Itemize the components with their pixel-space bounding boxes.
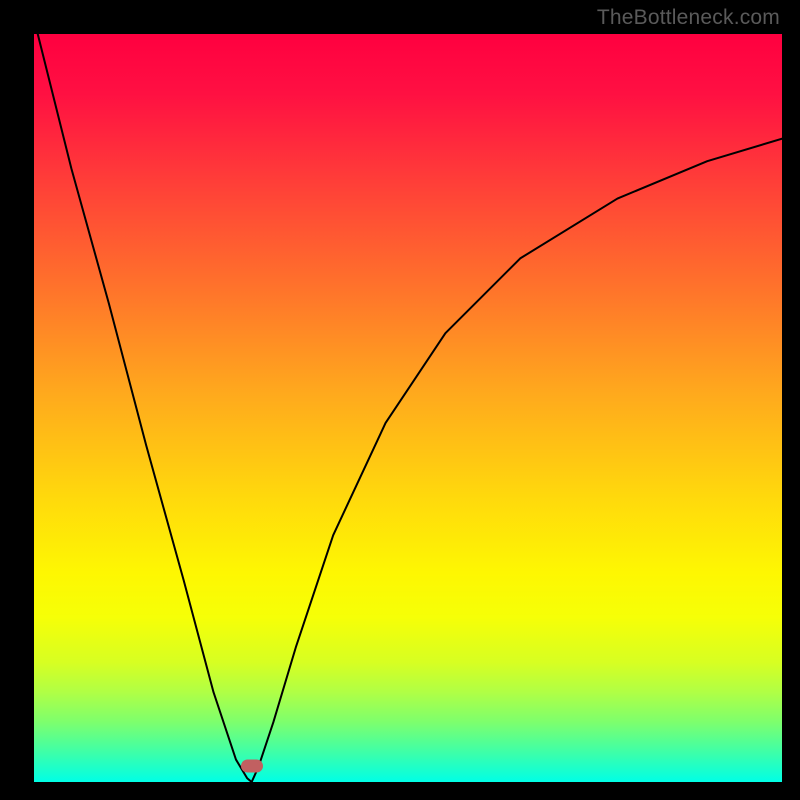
bottleneck-curve xyxy=(34,34,782,782)
outer-frame: TheBottleneck.com xyxy=(0,0,800,800)
plot-area xyxy=(34,34,782,782)
optimum-marker xyxy=(241,760,263,773)
curve-left-branch xyxy=(38,34,252,782)
watermark-text: TheBottleneck.com xyxy=(597,6,780,30)
curve-right-branch xyxy=(252,139,782,782)
